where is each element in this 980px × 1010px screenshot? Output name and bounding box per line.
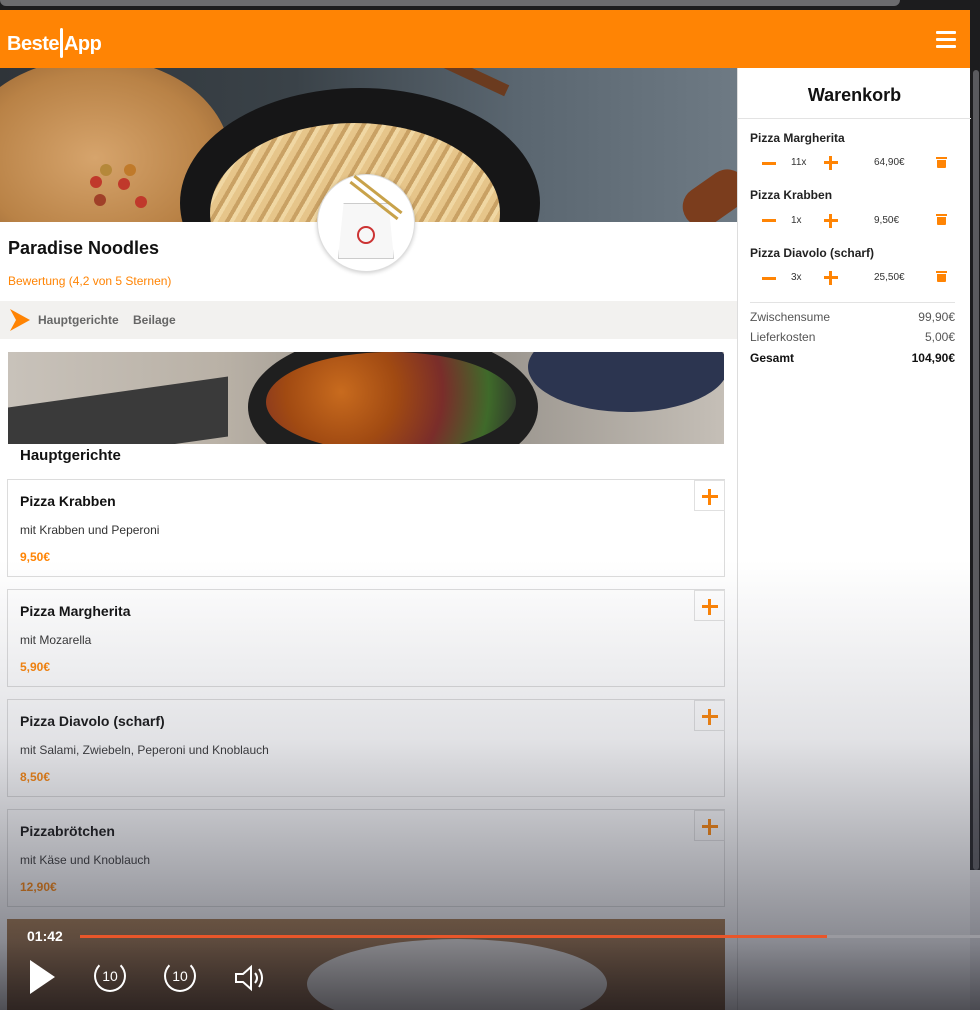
cart-item-qty: 11x bbox=[791, 157, 807, 168]
app-logo[interactable]: Beste App bbox=[7, 28, 102, 58]
page-scrollbar[interactable] bbox=[970, 10, 980, 870]
dish-name: Pizzabrötchen bbox=[20, 823, 115, 839]
total-label: Gesamt bbox=[750, 351, 795, 365]
subtotal-label: Zwischensume bbox=[750, 310, 831, 324]
minus-icon[interactable] bbox=[762, 219, 776, 222]
dish-card[interactable]: Pizza Krabben mit Krabben und Peperoni 9… bbox=[7, 479, 725, 577]
plus-icon[interactable] bbox=[824, 271, 838, 285]
plus-icon[interactable] bbox=[824, 214, 838, 228]
total-row: Gesamt 104,90€ bbox=[750, 351, 955, 365]
cart-item-name: Pizza Margherita bbox=[750, 131, 845, 145]
delivery-row: Lieferkosten 5,00€ bbox=[750, 330, 955, 344]
restaurant-rating[interactable]: Bewertung (4,2 von 5 Sternen) bbox=[8, 274, 171, 288]
logo-text-b: App bbox=[63, 33, 102, 55]
restaurant-logo bbox=[317, 174, 415, 272]
dish-description: mit Mozarella bbox=[20, 633, 92, 647]
dish-name: Pizza Margherita bbox=[20, 603, 131, 619]
delivery-value: 5,00€ bbox=[924, 330, 955, 344]
add-to-cart-button[interactable] bbox=[694, 700, 725, 731]
dish-name: Pizza Krabben bbox=[20, 493, 116, 509]
volume-icon[interactable] bbox=[234, 964, 266, 992]
play-icon[interactable] bbox=[30, 960, 55, 994]
progress-bar[interactable] bbox=[80, 935, 980, 938]
section-title: Hauptgerichte bbox=[20, 447, 121, 464]
restaurant-name: Paradise Noodles bbox=[8, 238, 160, 258]
plus-icon[interactable] bbox=[824, 156, 838, 170]
plus-icon bbox=[702, 819, 718, 835]
cart-panel: Warenkorb Pizza Margherita 11x 64,90€ Pi… bbox=[737, 68, 971, 1010]
logo-text-a: Beste bbox=[7, 33, 59, 55]
dish-description: mit Salami, Zwiebeln, Peperoni und Knobl… bbox=[20, 743, 269, 757]
dish-card[interactable]: Pizza Diavolo (scharf) mit Salami, Zwieb… bbox=[7, 699, 725, 797]
screen: Beste App Paradise Noodles Bewertung (4,2… bbox=[0, 0, 980, 1010]
trash-icon[interactable] bbox=[936, 271, 947, 282]
browser-strip bbox=[0, 0, 980, 10]
dish-price: 8,50€ bbox=[20, 770, 51, 784]
dish-card[interactable]: Pizza Margherita mit Mozarella 5,90€ bbox=[7, 589, 725, 687]
add-to-cart-button[interactable] bbox=[694, 480, 725, 511]
divider bbox=[738, 118, 971, 119]
minus-icon[interactable] bbox=[762, 162, 776, 165]
category-nav: Hauptgerichte Beilage bbox=[0, 301, 737, 339]
add-to-cart-button[interactable] bbox=[694, 810, 725, 841]
dish-name: Pizza Diavolo (scharf) bbox=[20, 713, 165, 729]
forward-10-icon[interactable]: 10 bbox=[164, 960, 196, 992]
category-link-hauptgerichte[interactable]: Hauptgerichte bbox=[38, 313, 119, 327]
minus-icon[interactable] bbox=[762, 277, 776, 280]
dish-price: 5,90€ bbox=[20, 660, 51, 674]
category-banner-image bbox=[8, 352, 724, 444]
chevron-right-icon bbox=[10, 309, 30, 331]
divider bbox=[750, 302, 955, 303]
cart-item-qty: 3x bbox=[791, 272, 802, 283]
plus-icon bbox=[702, 709, 718, 725]
cart-item-name: Pizza Diavolo (scharf) bbox=[750, 246, 875, 260]
rewind-10-icon[interactable]: 10 bbox=[94, 960, 126, 992]
playback-time: 01:42 bbox=[27, 928, 63, 944]
total-value: 104,90€ bbox=[911, 351, 955, 365]
scrollbar-thumb[interactable] bbox=[973, 70, 979, 870]
dish-price: 9,50€ bbox=[20, 550, 51, 564]
trash-icon[interactable] bbox=[936, 157, 947, 168]
subtotal-value: 99,90€ bbox=[918, 310, 955, 324]
subtotal-row: Zwischensume 99,90€ bbox=[750, 310, 955, 324]
delivery-label: Lieferkosten bbox=[750, 330, 816, 344]
cart-title: Warenkorb bbox=[807, 85, 902, 105]
cart-item-price: 25,50€ bbox=[874, 272, 905, 283]
cart-item-name: Pizza Krabben bbox=[750, 188, 833, 202]
video-player-controls: 01:42 10 10 bbox=[0, 920, 980, 1010]
fork-icon bbox=[59, 28, 63, 58]
browser-tab[interactable] bbox=[0, 0, 900, 6]
dish-price: 12,90€ bbox=[20, 880, 57, 894]
cart-item-price: 9,50€ bbox=[874, 215, 900, 226]
add-to-cart-button[interactable] bbox=[694, 590, 725, 621]
category-link-beilage[interactable]: Beilage bbox=[133, 313, 176, 327]
restaurant-page: Paradise Noodles Bewertung (4,2 von 5 St… bbox=[0, 68, 737, 1010]
menu-icon[interactable] bbox=[936, 31, 956, 49]
cart-item-qty: 1x bbox=[791, 215, 802, 226]
plus-icon bbox=[702, 599, 718, 615]
dish-description: mit Käse und Knoblauch bbox=[20, 853, 151, 867]
dish-card[interactable]: Pizzabrötchen mit Käse und Knoblauch 12,… bbox=[7, 809, 725, 907]
progress-fill bbox=[80, 935, 827, 938]
app-header: Beste App bbox=[0, 10, 970, 68]
trash-icon[interactable] bbox=[936, 214, 947, 225]
cart-item-price: 64,90€ bbox=[874, 157, 905, 168]
plus-icon bbox=[702, 489, 718, 505]
dish-description: mit Krabben und Peperoni bbox=[20, 523, 160, 537]
